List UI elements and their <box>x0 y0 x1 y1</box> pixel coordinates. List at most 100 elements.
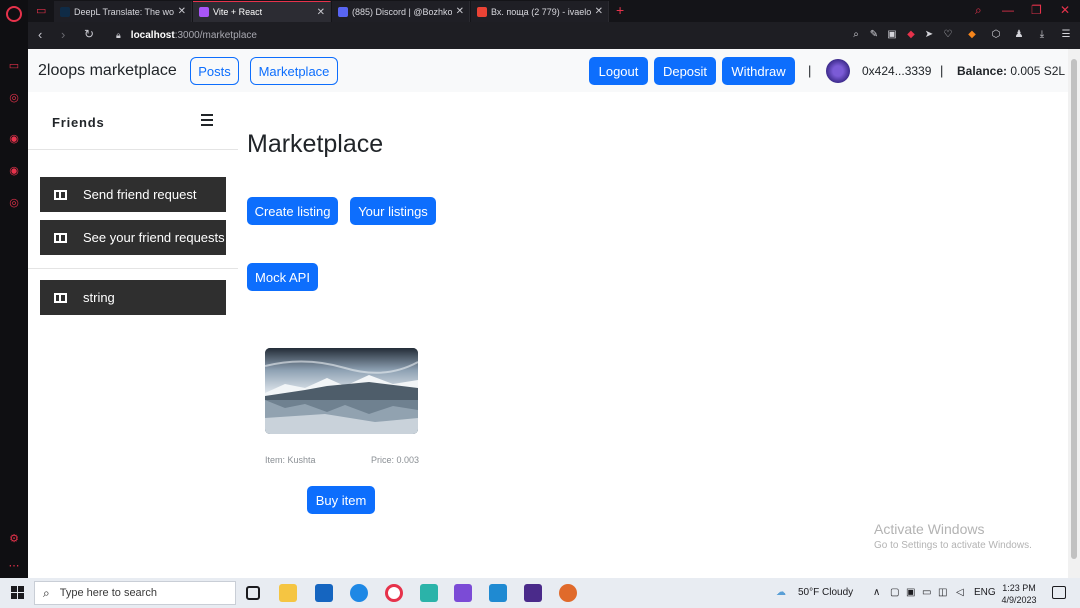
scrollbar[interactable] <box>1068 49 1080 578</box>
window-close-icon[interactable]: ✕ <box>1060 3 1070 17</box>
time: 1:23 PM <box>1002 583 1036 593</box>
visual-studio-icon[interactable] <box>454 584 472 602</box>
battery-icon[interactable]: ▭ <box>922 587 931 598</box>
mock-api-button[interactable]: Mock API <box>247 263 318 291</box>
logout-button[interactable]: Logout <box>589 57 648 85</box>
volume-icon[interactable]: ◁ <box>956 587 964 598</box>
forward-icon[interactable]: › <box>61 27 65 42</box>
brand[interactable]: 2loops marketplace <box>38 62 177 80</box>
your-listings-button[interactable]: Your listings <box>350 197 436 225</box>
avatar[interactable] <box>826 59 850 83</box>
vscode-icon[interactable] <box>489 584 507 602</box>
friends-sidebar: Friends Send friend request See your fri… <box>28 92 238 578</box>
tab-gmail[interactable]: Вх. поща (2 779) - ivaelo.v ✕ <box>471 1 609 22</box>
lock-icon: 🔒︎ <box>116 30 121 40</box>
posts-button[interactable]: Posts <box>190 57 239 85</box>
camera-icon[interactable]: ▣ <box>886 29 898 40</box>
sidebar-item-string[interactable]: string <box>40 280 226 315</box>
send-friend-request-button[interactable]: Send friend request <box>40 177 226 212</box>
tab-bar: ▭ DeepL Translate: The world ✕ Vite + Re… <box>28 0 1080 22</box>
tab-discord[interactable]: (885) Discord | @BozhkovV ✕ <box>332 1 470 22</box>
extensions-icon[interactable]: ⬡ <box>990 29 1002 40</box>
shopping-icon[interactable]: ▭ <box>7 58 21 72</box>
taskbar: ⌕ Type here to search ☁ 50°F Cloudy ∧ ▢ … <box>0 578 1080 608</box>
people-icon[interactable]: ▣ <box>906 587 915 598</box>
tab-menu-icon[interactable]: ▭ <box>36 4 46 17</box>
item-price: Price: 0.003 <box>371 455 420 465</box>
gmail-favicon-icon <box>477 6 487 17</box>
close-icon[interactable]: ✕ <box>595 6 603 17</box>
whatsapp-icon[interactable]: ◉ <box>7 163 21 177</box>
windows-start-icon[interactable] <box>11 586 24 599</box>
close-icon[interactable]: ✕ <box>317 7 325 18</box>
app-icon[interactable] <box>420 584 438 602</box>
tab-deepl[interactable]: DeepL Translate: The world ✕ <box>54 1 192 22</box>
weather-text[interactable]: 50°F Cloudy <box>798 587 853 598</box>
deepl-favicon-icon <box>60 6 70 17</box>
scrollbar-thumb[interactable] <box>1071 59 1077 559</box>
heart-icon[interactable]: ♡ <box>942 29 954 40</box>
task-view-icon[interactable] <box>246 586 260 600</box>
menu-icon[interactable] <box>201 114 213 126</box>
edit-icon[interactable]: ✎ <box>868 29 880 40</box>
vite-favicon-icon <box>199 7 209 17</box>
instagram-2-icon[interactable]: ◎ <box>7 195 21 209</box>
sidebar-title: Friends <box>52 115 105 130</box>
opera-icon[interactable] <box>385 584 403 602</box>
back-icon[interactable]: ‹ <box>38 27 42 42</box>
metamask-icon[interactable]: ◆ <box>966 29 978 40</box>
meet-icon[interactable]: ▢ <box>890 587 899 598</box>
create-listing-button[interactable]: Create listing <box>247 197 338 225</box>
balance-label: Balance: <box>957 64 1008 78</box>
address-bar: ‹ › ↻ 🔒︎ localhost :3000/marketplace ⌕ ✎… <box>28 22 1080 49</box>
chevron-up-icon[interactable]: ∧ <box>873 587 880 598</box>
divider <box>28 149 238 150</box>
messenger-icon[interactable]: ◉ <box>7 131 21 145</box>
terminal-icon[interactable] <box>524 584 542 602</box>
tab-vite-react[interactable]: Vite + React ✕ <box>193 1 331 22</box>
marketplace-button[interactable]: Marketplace <box>250 57 338 85</box>
tab-title: Vite + React <box>213 7 263 17</box>
see-friend-requests-button[interactable]: See your friend requests <box>40 220 226 255</box>
language-indicator[interactable]: ENG <box>974 587 996 598</box>
reload-icon[interactable]: ↻ <box>84 27 94 41</box>
sidebar-item-label: See your friend requests <box>83 230 225 245</box>
clock[interactable]: 1:23 PM 4/9/2023 <box>995 582 1043 606</box>
mail-icon[interactable] <box>315 584 333 602</box>
cloud-icon: ☁ <box>776 587 786 598</box>
close-icon[interactable]: ✕ <box>178 6 186 17</box>
settings-icon[interactable]: ⚙ <box>7 531 21 545</box>
date: 4/9/2023 <box>1001 595 1037 605</box>
buy-item-button[interactable]: Buy item <box>307 486 375 514</box>
tab-title: DeepL Translate: The world <box>74 6 174 17</box>
search-placeholder: Type here to search <box>59 587 157 599</box>
profile-icon[interactable]: ♟ <box>1013 29 1025 40</box>
opera-logo-icon[interactable] <box>6 6 22 22</box>
taskbar-search-input[interactable]: ⌕ Type here to search <box>34 581 236 605</box>
url-field[interactable]: 🔒︎ localhost :3000/marketplace <box>116 26 616 45</box>
send-icon[interactable]: ➤ <box>923 29 935 40</box>
notification-icon[interactable] <box>1052 586 1066 599</box>
columns-icon <box>54 189 67 200</box>
url-path: :3000/marketplace <box>174 30 257 41</box>
instagram-icon[interactable]: ◎ <box>7 90 21 104</box>
deposit-button[interactable]: Deposit <box>654 57 716 85</box>
search-icon[interactable]: ⌕ <box>850 29 862 40</box>
paint-icon[interactable] <box>559 584 577 602</box>
minimize-icon[interactable]: — <box>1002 3 1014 17</box>
shield-icon[interactable]: ◆ <box>905 29 917 40</box>
close-icon[interactable]: ✕ <box>456 6 464 17</box>
more-icon[interactable]: ⋯ <box>7 558 21 572</box>
listing-image <box>265 348 418 434</box>
network-icon[interactable]: ◫ <box>938 587 947 598</box>
withdraw-button[interactable]: Withdraw <box>722 57 795 85</box>
download-icon[interactable]: ⤓ <box>1036 29 1048 40</box>
new-tab-button[interactable]: + <box>616 2 624 18</box>
columns-icon <box>54 292 67 303</box>
file-explorer-icon[interactable] <box>279 584 297 602</box>
edge-icon[interactable] <box>350 584 368 602</box>
easy-setup-icon[interactable]: ☰ <box>1060 29 1072 40</box>
search-tabs-icon[interactable]: ⌕ <box>975 3 982 18</box>
restore-icon[interactable]: ❐ <box>1031 3 1042 17</box>
discord-favicon-icon <box>338 6 348 17</box>
